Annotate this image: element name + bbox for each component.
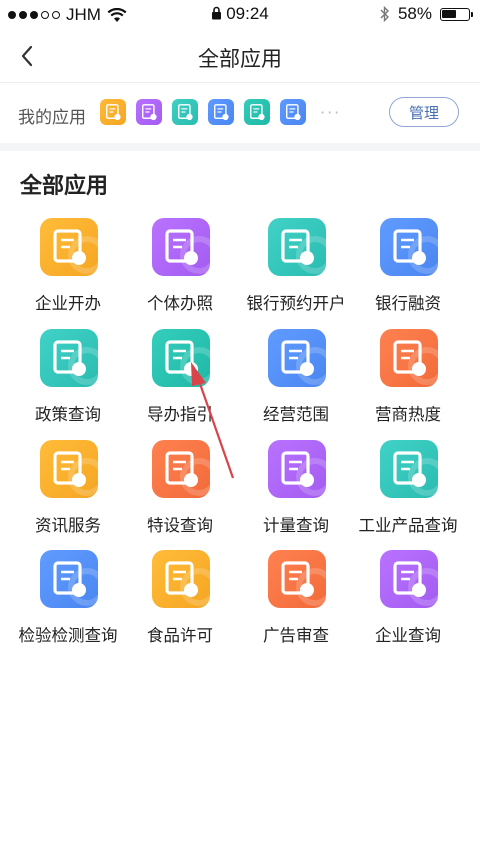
app-label: 企业查询 <box>375 626 441 645</box>
company-search-icon <box>380 550 438 608</box>
app-tile[interactable]: 特设查询 <box>120 440 240 550</box>
guide-icon <box>152 329 210 387</box>
app-label: 工业产品查询 <box>358 516 458 535</box>
scope-icon <box>268 329 326 387</box>
app-tile[interactable]: 银行融资 <box>348 218 468 328</box>
app-tile[interactable]: 政策查询 <box>8 329 128 439</box>
food-license-icon <box>152 550 210 608</box>
status-bar: JHM 09:24 58% <box>0 0 480 30</box>
app-tile[interactable]: 企业查询 <box>348 550 468 660</box>
app-tile[interactable]: 个体办照 <box>120 218 240 328</box>
lock-icon <box>212 6 222 20</box>
app-tile[interactable]: 广告审查 <box>236 550 356 660</box>
company-icon <box>40 218 98 276</box>
battery-percent: 58% <box>397 4 432 23</box>
briefcase-icon[interactable] <box>136 99 162 125</box>
app-label: 导办指引 <box>147 405 213 424</box>
app-label: 银行预约开户 <box>246 294 346 313</box>
app-label: 政策查询 <box>35 405 101 424</box>
news-icon <box>40 440 98 498</box>
app-label: 营商热度 <box>375 405 441 424</box>
clock: 09:24 <box>226 4 269 23</box>
page-title: 全部应用 <box>198 47 282 71</box>
nav-bar: 全部应用 <box>0 30 480 83</box>
my-apps-label: 我的应用 <box>18 108 86 128</box>
briefcase-icon <box>152 218 210 276</box>
manage-button[interactable]: 管理 <box>389 97 459 127</box>
bank-card-icon[interactable] <box>172 99 198 125</box>
finance-icon[interactable] <box>208 99 234 125</box>
policy-icon[interactable] <box>280 99 306 125</box>
guide-icon[interactable] <box>244 99 270 125</box>
app-tile[interactable]: 工业产品查询 <box>348 440 468 550</box>
app-tile[interactable]: 银行预约开户 <box>236 218 356 328</box>
my-apps-bar: 我的应用 ··· 管理 <box>0 83 480 151</box>
inspection-icon <box>40 550 98 608</box>
ad-review-icon <box>268 550 326 608</box>
policy-icon <box>40 329 98 387</box>
bank-card-icon <box>268 218 326 276</box>
app-tile[interactable]: 营商热度 <box>348 329 468 439</box>
company-icon[interactable] <box>100 99 126 125</box>
measure-icon <box>268 440 326 498</box>
special-equipment-icon <box>152 440 210 498</box>
app-tile[interactable]: 食品许可 <box>120 550 240 660</box>
more-indicator: ··· <box>320 103 342 122</box>
app-tile[interactable]: 资讯服务 <box>8 440 128 550</box>
app-tile[interactable]: 计量查询 <box>236 440 356 550</box>
app-label: 经营范围 <box>263 405 329 424</box>
app-label: 资讯服务 <box>35 516 101 535</box>
app-label: 个体办照 <box>147 294 213 313</box>
finance-icon <box>380 218 438 276</box>
industrial-product-icon <box>380 440 438 498</box>
battery-icon <box>440 7 473 21</box>
app-label: 计量查询 <box>263 516 329 535</box>
app-label: 检验检测查询 <box>18 626 118 645</box>
app-label: 企业开办 <box>35 294 101 313</box>
app-label: 银行融资 <box>375 294 441 313</box>
bluetooth-icon <box>380 6 389 22</box>
app-label: 广告审查 <box>263 626 329 645</box>
app-tile[interactable]: 经营范围 <box>236 329 356 439</box>
app-label: 特设查询 <box>147 516 213 535</box>
section-title: 全部应用 <box>20 174 109 199</box>
app-tile[interactable]: 企业开办 <box>8 218 128 328</box>
app-label: 食品许可 <box>147 626 213 645</box>
app-tile[interactable]: 检验检测查询 <box>8 550 128 660</box>
store-heat-icon <box>380 329 438 387</box>
app-tile[interactable]: 导办指引 <box>120 329 240 439</box>
